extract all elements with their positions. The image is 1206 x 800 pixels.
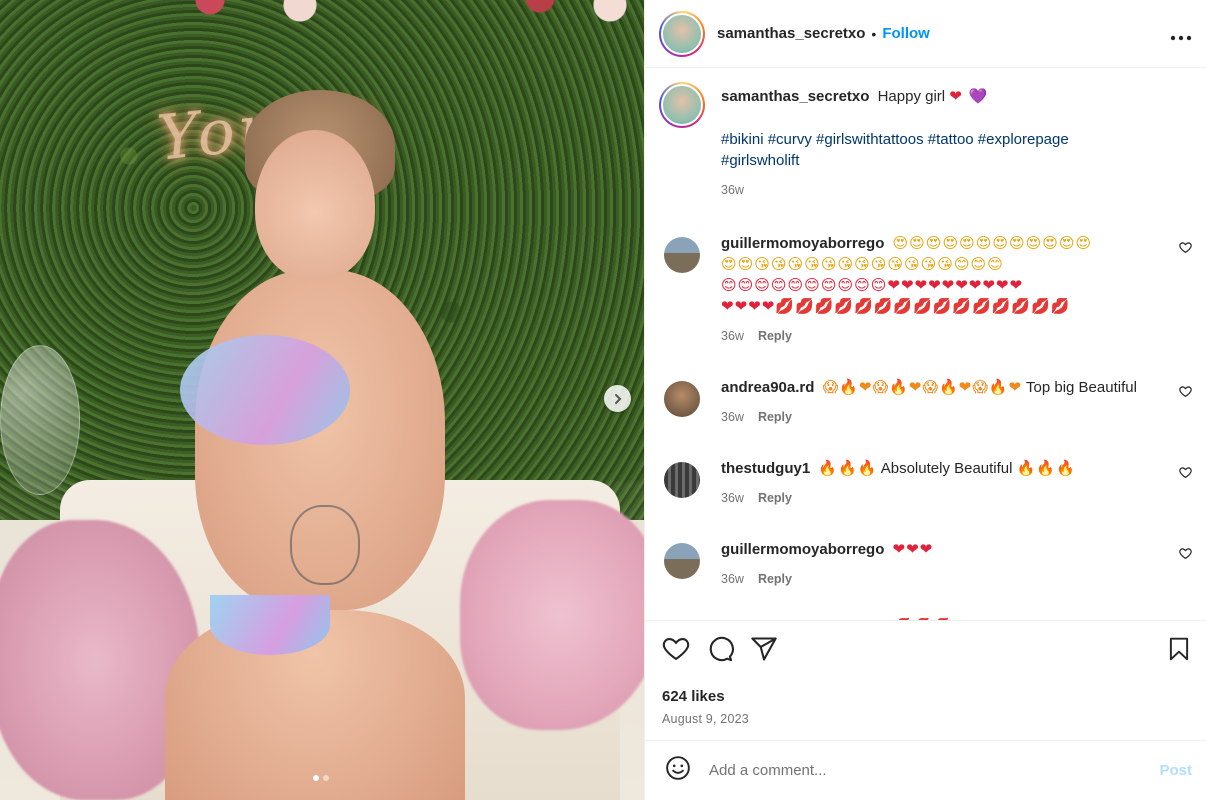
tattoo [290,505,360,585]
comment-like-button[interactable] [1179,241,1192,259]
comment-item: andrea90a.rd 😱🔥❤😱🔥❤😱🔥❤😱🔥❤ Top big Beauti… [659,377,1192,424]
comment-text: Absolutely Beautiful [880,460,1013,477]
comment-bubble-icon [709,636,734,662]
fluffy-pillow-right [460,500,644,730]
reply-button[interactable]: Reply [758,329,792,343]
commenter-avatar[interactable] [664,237,700,273]
comment-emojis: ❤❤❤❤💋💋💋💋💋💋💋💋💋💋💋💋💋💋💋 [721,297,1071,315]
likes-count[interactable]: 624 likes [662,688,1192,705]
commenter-avatar[interactable] [664,543,700,579]
comment-emojis: 💋💋💋 [893,617,952,620]
comment-age[interactable]: 36w [721,491,744,505]
comment-item: guillermomoyaborrego ❤❤❤ 36w Reply [659,539,1192,586]
comment-emojis: 😍😍😍😍😍😍😍😍😍😍😍😍 [892,234,1093,252]
author-avatar[interactable] [659,10,705,57]
commenter-avatar[interactable] [664,381,700,417]
comments-list[interactable]: samanthas_secretxo Happy girl ❤ 💜 #bikin… [645,68,1206,620]
heart-icon [1179,386,1192,398]
comment-age[interactable]: 36w [721,329,744,343]
heart-icon [1179,242,1192,254]
emoji-picker-button[interactable] [665,755,691,786]
chevron-right-icon [614,393,621,404]
commenter-avatar[interactable] [664,462,700,498]
post-header: samanthas_secretxo • Follow [645,0,1206,68]
bikini-top [180,335,350,445]
caption-emojis: ❤ 💜 [949,87,989,105]
heart-icon [1179,548,1192,560]
paper-plane-icon [751,637,777,661]
comment-username[interactable]: guillermomoyaborrego [721,235,884,252]
carousel-dot-active [313,775,319,781]
comment-button[interactable] [706,635,734,668]
like-button[interactable] [662,635,690,668]
comment-like-button[interactable] [1179,385,1192,403]
comment-age[interactable]: 36w [721,410,744,424]
bikini-bottom [210,595,330,655]
heart-icon [1179,467,1192,479]
carousel-next-button[interactable] [604,385,631,412]
post-comment-button[interactable]: Post [1159,762,1192,779]
comment-emojis: 🔥🔥🔥 [818,459,878,477]
smiley-icon [666,756,690,780]
bookmark-icon [1169,637,1189,661]
comment-username[interactable]: guillermomoyaborrego [721,541,884,558]
comment-item: thestudguy1 🔥🔥🔥 Absolutely Beautiful 🔥🔥🔥… [659,458,1192,505]
comment-emojis: 😱🔥❤😱🔥❤😱🔥❤😱🔥❤ [822,378,1023,396]
save-button[interactable] [1166,635,1192,668]
caption-hashtags[interactable]: #bikini #curvy #girlswithtattoos #tattoo… [721,129,1141,171]
add-comment-bar: Post [645,740,1206,800]
follow-button[interactable]: Follow [882,25,930,42]
comment-item: guillermomoyaborrego 💋💋💋 [659,616,1192,620]
reply-button[interactable]: Reply [758,491,792,505]
comment-emojis: 😊😊😊😊😊😊😊😊😊😊❤❤❤❤❤❤❤❤❤❤ [721,276,1024,294]
comment-emojis: ❤❤❤ [892,540,934,558]
person-figure [150,90,480,800]
flower-garland [180,0,640,30]
caption-age[interactable]: 36w [721,183,744,197]
share-button[interactable] [750,635,778,668]
comment-like-button[interactable] [1179,466,1192,484]
carousel-indicator [313,775,329,781]
carousel-dot [323,775,329,781]
reply-button[interactable]: Reply [758,410,792,424]
more-horizontal-icon [1170,35,1192,40]
caption-username[interactable]: samanthas_secretxo [721,88,869,105]
comment-username[interactable]: guillermomoyaborrego [721,618,884,620]
post-caption: samanthas_secretxo Happy girl ❤ 💜 #bikin… [659,82,1192,197]
post-image[interactable]: You·ty [0,0,644,800]
reply-button[interactable]: Reply [758,572,792,586]
comment-input[interactable] [709,762,1160,779]
post-actions: 624 likes August 9, 2023 [645,620,1206,740]
author-username[interactable]: samanthas_secretxo [717,25,865,42]
post-details-panel: samanthas_secretxo • Follow samanthas_se… [644,0,1206,800]
header-separator: • [871,25,877,42]
comment-username[interactable]: thestudguy1 [721,460,810,477]
heart-icon [662,638,690,661]
comment-age[interactable]: 36w [721,572,744,586]
comment-like-button[interactable] [1179,547,1192,565]
comment-username[interactable]: andrea90a.rd [721,379,814,396]
balloon [0,345,80,495]
comment-emojis: 😍😍😘😘😘😘😘😘😘😘😘😘😘😘😊😊😊 [721,255,1004,273]
comment-emojis: 🔥🔥🔥 [1016,459,1076,477]
comment-text: Top big Beautiful [1026,379,1137,396]
comment-item: guillermomoyaborrego 😍😍😍😍😍😍😍😍😍😍😍😍 😍😍😘😘😘😘… [659,233,1192,343]
post-date[interactable]: August 9, 2023 [662,712,1192,726]
caption-text: Happy girl [877,88,946,105]
caption-author-avatar[interactable] [659,82,705,128]
more-options-button[interactable] [1170,23,1192,45]
